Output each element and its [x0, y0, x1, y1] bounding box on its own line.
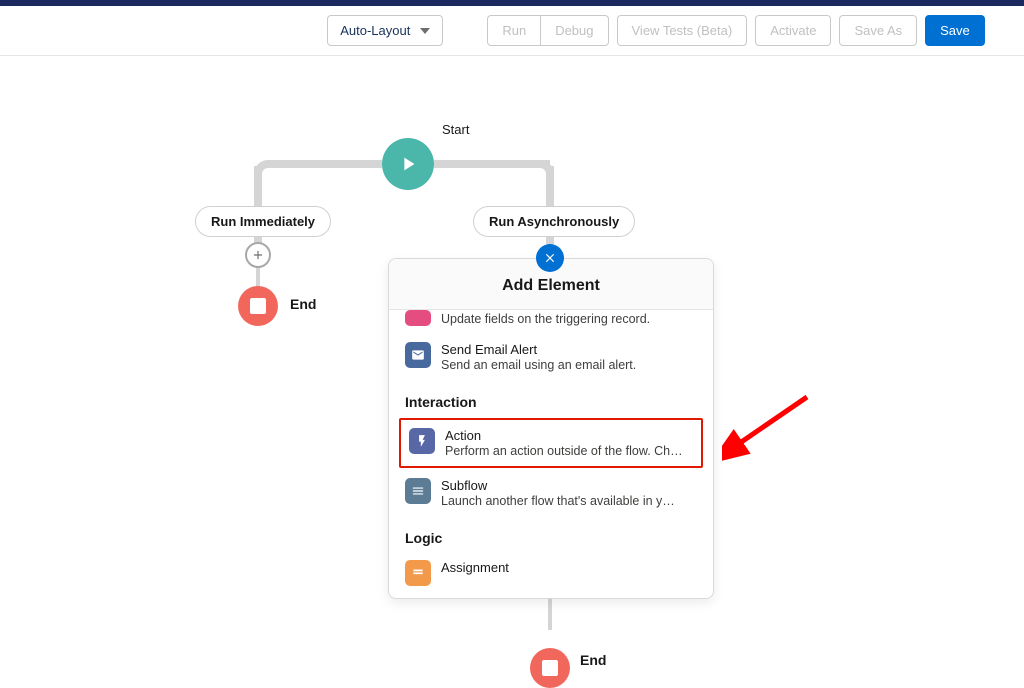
- popover-body: Update fields on the triggering record. …: [389, 310, 713, 598]
- layout-mode-label: Auto-Layout: [340, 23, 410, 38]
- run-button[interactable]: Run: [487, 15, 540, 46]
- element-title: Action: [445, 428, 693, 443]
- section-logic: Logic: [389, 516, 713, 552]
- start-label: Start: [442, 122, 584, 139]
- flow-edge: [434, 160, 550, 168]
- close-popover-button[interactable]: [536, 244, 564, 272]
- end-node[interactable]: [530, 648, 570, 688]
- update-record-icon: [405, 310, 431, 326]
- save-as-button[interactable]: Save As: [839, 15, 917, 46]
- run-debug-group: Run Debug: [487, 15, 608, 46]
- section-interaction: Interaction: [389, 380, 713, 416]
- element-item-action[interactable]: Action Perform an action outside of the …: [399, 418, 703, 468]
- assignment-icon: [405, 560, 431, 586]
- action-icon: [409, 428, 435, 454]
- end-node-label: End: [580, 652, 606, 668]
- toolbar: Auto-Layout Run Debug View Tests (Beta) …: [0, 6, 1024, 56]
- play-icon: [397, 153, 419, 175]
- element-item-email[interactable]: Send Email Alert Send an email using an …: [389, 334, 713, 380]
- element-desc: Perform an action outside of the flow. C…: [445, 444, 693, 458]
- element-desc: Update fields on the triggering record.: [441, 312, 697, 326]
- element-item-assignment[interactable]: Assignment: [389, 552, 713, 594]
- start-node[interactable]: [382, 138, 434, 190]
- add-element-button[interactable]: [245, 242, 271, 268]
- save-button[interactable]: Save: [925, 15, 985, 46]
- activate-button[interactable]: Activate: [755, 15, 831, 46]
- branch-run-async[interactable]: Run Asynchronously: [473, 206, 635, 237]
- element-title: Subflow: [441, 478, 697, 493]
- end-node[interactable]: [238, 286, 278, 326]
- layout-mode-dropdown[interactable]: Auto-Layout: [327, 15, 443, 46]
- element-desc: Launch another flow that's available in …: [441, 494, 697, 508]
- stop-icon: [250, 298, 266, 314]
- view-tests-button[interactable]: View Tests (Beta): [617, 15, 748, 46]
- start-node-header: Record-Triggered Flow Start: [442, 109, 584, 139]
- element-item-subflow[interactable]: Subflow Launch another flow that's avail…: [389, 470, 713, 516]
- plus-icon: [251, 248, 265, 262]
- stop-icon: [542, 660, 558, 676]
- annotation-arrow-icon: [722, 392, 812, 462]
- subflow-icon: [405, 478, 431, 504]
- chevron-down-icon: [420, 28, 430, 34]
- add-element-popover: Add Element Update fields on the trigger…: [388, 258, 714, 599]
- flow-canvas[interactable]: Record-Triggered Flow Start Run Immediat…: [0, 56, 1024, 613]
- branch-run-immediately[interactable]: Run Immediately: [195, 206, 331, 237]
- element-title: Send Email Alert: [441, 342, 697, 357]
- element-title: Assignment: [441, 560, 697, 575]
- end-node-label: End: [290, 296, 316, 312]
- email-icon: [405, 342, 431, 368]
- element-item-update[interactable]: Update fields on the triggering record.: [389, 310, 713, 334]
- element-desc: Send an email using an email alert.: [441, 358, 697, 372]
- flow-edge: [270, 160, 382, 168]
- debug-button[interactable]: Debug: [540, 15, 608, 46]
- close-icon: [543, 251, 557, 265]
